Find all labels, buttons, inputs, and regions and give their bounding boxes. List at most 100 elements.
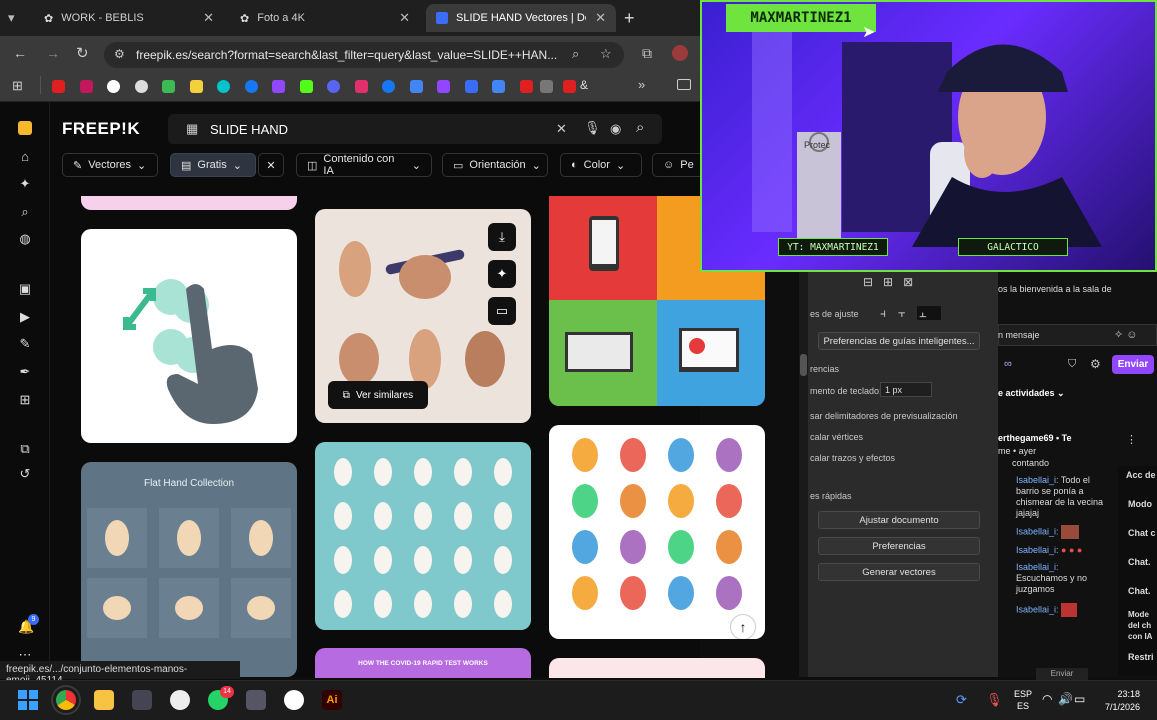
clear-filter-button[interactable]: ✕ <box>258 153 284 177</box>
tab-work-beblis[interactable]: ✿ WORK - BEBLIS ✕ <box>34 4 224 32</box>
chat-send-button[interactable]: Enviar <box>1112 355 1154 374</box>
emote-icon[interactable]: ✧ ☺ <box>1114 328 1138 341</box>
image-search-icon[interactable]: ▦ <box>186 121 198 137</box>
back-icon[interactable]: ← <box>13 45 27 61</box>
facebook-bookmark-icon[interactable] <box>382 80 395 93</box>
more-icon[interactable]: ⋯ <box>18 648 32 662</box>
close-icon[interactable]: ✕ <box>595 10 606 26</box>
edit-icon[interactable]: ✎ <box>18 337 32 351</box>
bookmark-icon[interactable] <box>540 80 553 93</box>
tab-slide-hand[interactable]: SLIDE HAND Vectores | Desc ✕ <box>426 4 616 32</box>
wifi-icon[interactable]: ◠ <box>1042 692 1052 706</box>
twitch-bookmark-icon[interactable] <box>272 80 285 93</box>
result-card-covid-test[interactable]: HOW THE COVID-19 RAPID TEST WORKS <box>315 648 531 678</box>
meta-bookmark-icon[interactable] <box>245 80 258 93</box>
ai-tools-icon[interactable]: ✦ <box>18 177 32 191</box>
apps-grid-icon[interactable]: ⊞ <box>12 78 23 94</box>
result-card-slide-hand[interactable] <box>81 229 297 443</box>
taskbar-app-icon[interactable] <box>132 690 152 710</box>
camera-search-icon[interactable]: ◉ <box>610 121 621 137</box>
freepik-app-icon[interactable] <box>18 121 32 135</box>
chatgpt-bookmark-icon[interactable] <box>135 80 148 93</box>
ai-edit-button[interactable]: ✦ <box>488 260 516 288</box>
save-collection-button[interactable]: ▭ <box>488 297 516 325</box>
ver-similares-button[interactable]: ⧉ Ver similares <box>328 381 428 409</box>
chat-more-icon[interactable]: ⋮ <box>1126 433 1137 446</box>
scrollbar-thumb[interactable] <box>800 354 807 376</box>
battery-icon[interactable]: ▭ <box>1074 692 1085 706</box>
chat-username[interactable]: Isabellai_i: <box>1016 526 1059 536</box>
canva-bookmark-icon[interactable] <box>217 80 230 93</box>
discord-bookmark-icon[interactable] <box>327 80 340 93</box>
result-card-partial[interactable] <box>81 196 297 210</box>
result-card-hands-pencil[interactable]: ⤓ ✦ ▭ ⧉ Ver similares <box>315 209 531 423</box>
keyboard-increment-input[interactable]: 1 px <box>880 382 932 397</box>
chatgpt-taskbar-icon[interactable] <box>284 690 304 710</box>
side-item[interactable]: Restri <box>1128 652 1157 663</box>
chrome-taskbar-icon[interactable] <box>51 685 81 715</box>
close-icon[interactable]: ✕ <box>203 10 214 26</box>
search-icon[interactable]: ⌕ <box>18 205 32 219</box>
side-item[interactable]: Chat. <box>1128 586 1157 597</box>
kick-bookmark-icon[interactable] <box>300 80 313 93</box>
zoom-search-icon[interactable]: ⌕ <box>572 46 579 62</box>
video-icon[interactable]: ▶ <box>18 310 32 324</box>
side-item[interactable]: Acc de <box>1126 470 1157 481</box>
search-icon[interactable]: ⌕ <box>636 119 644 136</box>
adjust-document-button[interactable]: Ajustar documento <box>818 511 980 529</box>
volume-icon[interactable]: 🔊 <box>1058 692 1073 706</box>
clock[interactable]: 23:18 7/1/2026 <box>1094 688 1140 714</box>
points-icon[interactable]: ∞ <box>1004 358 1012 370</box>
bookmark-icon[interactable] <box>190 80 203 93</box>
windows-start-icon[interactable] <box>18 690 38 710</box>
new-tab-button[interactable]: + <box>624 8 635 29</box>
distribute-icons[interactable]: ⊟⊞⊠ <box>863 275 923 289</box>
tab-foto-4k[interactable]: ✿ Foto a 4K ✕ <box>230 4 420 32</box>
clock-app-icon[interactable] <box>170 690 190 710</box>
image-icon[interactable]: ▣ <box>18 282 32 296</box>
tab-group-icon[interactable]: ▾ <box>8 10 24 26</box>
forward-icon[interactable]: → <box>46 45 60 61</box>
scroll-to-top-button[interactable]: ↑ <box>730 614 756 639</box>
profile-icon[interactable] <box>672 45 688 61</box>
close-icon[interactable]: ✕ <box>399 10 410 26</box>
bookmark-icon[interactable] <box>465 80 478 93</box>
freepik-logo[interactable]: FREEP!K <box>62 119 140 139</box>
youtube-bookmark-icon[interactable] <box>520 80 533 93</box>
generate-vectors-button[interactable]: Generar vectores <box>818 563 980 581</box>
calculator-icon[interactable] <box>246 690 266 710</box>
file-explorer-icon[interactable] <box>94 690 114 710</box>
collections-icon[interactable]: ⧉ <box>18 442 32 456</box>
youtube-bookmark-icon[interactable] <box>52 80 65 93</box>
chat-username[interactable]: Isabellai_i: <box>1016 604 1059 614</box>
search-input[interactable]: ▦ SLIDE HAND ✕ 🎙 ◉ ⌕ <box>168 114 662 144</box>
bookmark-icon[interactable] <box>563 80 576 93</box>
side-item[interactable]: Chat. <box>1128 557 1157 568</box>
chat-send-button-secondary[interactable]: Enviar <box>1036 668 1088 680</box>
tray-sync-icon[interactable]: ⟳ <box>956 692 967 708</box>
result-card-colorful-hands[interactable]: ↑ <box>549 425 765 639</box>
shield-icon[interactable]: ⛉ <box>1068 358 1076 371</box>
bookmark-icon[interactable] <box>492 80 505 93</box>
align-icons[interactable]: ⫞⫟ ⫠ <box>880 306 941 321</box>
clear-search-icon[interactable]: ✕ <box>556 121 567 137</box>
smart-guides-button[interactable]: Preferencias de guías inteligentes... <box>818 332 980 350</box>
illustrator-taskbar-icon[interactable]: Ai <box>322 690 342 710</box>
side-item[interactable]: Chat c <box>1128 528 1157 539</box>
voice-search-icon[interactable]: 🎙 <box>584 120 601 136</box>
side-item[interactable]: Mode del ch con IA <box>1128 609 1157 642</box>
chat-username[interactable]: Isabellai_i: <box>1016 562 1059 572</box>
url-field[interactable]: ⚙ freepik.es/search?format=search&last_f… <box>104 42 624 68</box>
preview-bounds-checkbox[interactable]: sar delimitadores de previsualización <box>810 411 958 421</box>
instagram-bookmark-icon[interactable] <box>355 80 368 93</box>
apps-icon[interactable]: ⊞ <box>18 393 32 407</box>
google-bookmark-icon[interactable] <box>107 80 120 93</box>
chat-settings-icon[interactable]: ⚙ <box>1090 357 1101 371</box>
filter-vectores[interactable]: ✎ Vectores ⌄ <box>62 153 158 177</box>
globe-icon[interactable]: ◍ <box>18 232 32 246</box>
filter-gratis[interactable]: ▤ Gratis ⌄ <box>170 153 256 177</box>
result-card-hand-gestures[interactable] <box>315 442 531 630</box>
more-bookmarks-icon[interactable]: » <box>638 77 645 92</box>
brush-icon[interactable]: ✒ <box>18 365 32 379</box>
reload-icon[interactable]: ↻ <box>76 44 89 62</box>
